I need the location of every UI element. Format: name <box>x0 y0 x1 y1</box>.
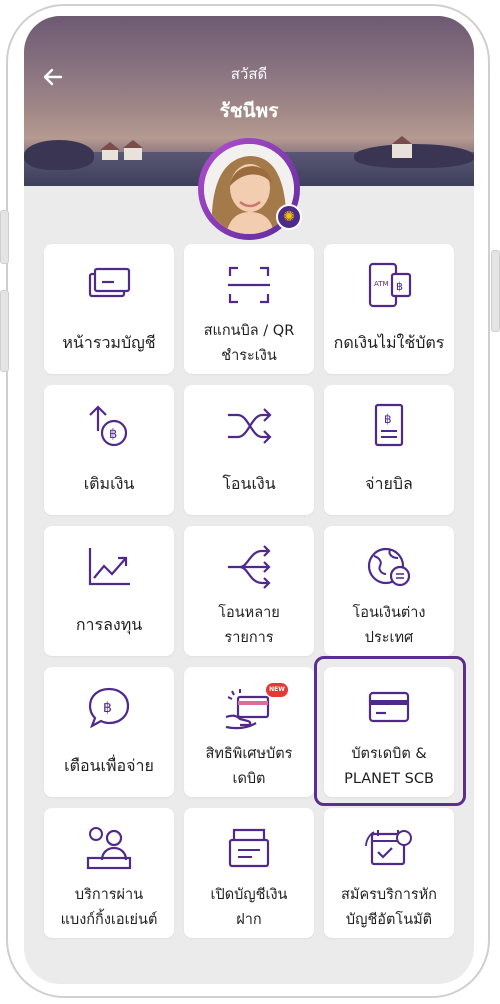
menu-scan-qr[interactable]: สแกนบิล / QR ชำระเงิน <box>184 244 314 374</box>
house-shape <box>102 150 118 160</box>
menu-label: เติมเงิน <box>83 473 135 493</box>
menu-banking-agent[interactable]: บริการผ่าน แบงก์กิ้งเอเย่นต์ <box>44 808 174 938</box>
menu-label: สิทธิพิเศษบัตร เดบิต <box>205 746 293 787</box>
menu-debit-card-planet[interactable]: บัตรเดบิต & PLANET SCB <box>324 667 454 797</box>
menu-label: กดเงินไม่ใช้บัตร <box>333 332 445 352</box>
menu-label: เปิดบัญชีเงิน ฝาก <box>210 887 288 928</box>
menu-transfer[interactable]: โอนเงิน <box>184 385 314 515</box>
greeting-text: สวัสดี <box>230 65 268 83</box>
menu-label: สมัครบริการหัก บัญชีอัตโนมัติ <box>341 887 437 928</box>
svg-text:฿: ฿ <box>103 700 112 716</box>
pay-bill-icon: ฿ <box>374 403 404 447</box>
debit-card-icon <box>368 691 410 723</box>
svg-text:฿: ฿ <box>384 412 392 426</box>
menu-label: หน้ารวมบัญชี <box>62 332 156 352</box>
menu-debit-privilege[interactable]: NEW สิทธิพิเศษบัตร เดบิต <box>184 667 314 797</box>
menu-investment[interactable]: การลงทุน <box>44 526 174 656</box>
scan-qr-icon <box>228 266 270 304</box>
phone-side-button <box>0 290 9 372</box>
menu-label: สแกนบิล / QR ชำระเงิน <box>203 323 295 364</box>
menu-label: บัตรเดบิต & PLANET SCB <box>344 746 434 787</box>
svg-text:ATM: ATM <box>374 280 389 288</box>
menu-pay-bill[interactable]: ฿ จ่ายบิล <box>324 385 454 515</box>
tree-shape <box>24 140 94 170</box>
house-shape <box>124 148 142 160</box>
top-up-icon: ฿ <box>89 405 128 447</box>
menu-label: โอนเงิน <box>222 473 276 493</box>
atm-cardless-icon: ATM ฿ <box>368 262 412 308</box>
account-card-icon <box>88 267 131 298</box>
menu-label: จ่ายบิล <box>365 473 413 493</box>
partner-badge-icon: ✺ <box>276 204 302 230</box>
user-name: รัชนีพร <box>219 100 279 122</box>
menu-label: เตือนเพื่อจ่าย <box>64 755 154 775</box>
menu-open-deposit[interactable]: เปิดบัญชีเงิน ฝาก <box>184 808 314 938</box>
app-screen: สวัสดี รัชนีพร ✺ หน้ารวมบัญชี สแกนบิล / … <box>24 16 474 984</box>
menu-account-summary[interactable]: หน้ารวมบัญชี <box>44 244 174 374</box>
menu-international-transfer[interactable]: โอนเงินต่าง ประเทศ <box>324 526 454 656</box>
transfer-icon <box>228 408 272 444</box>
menu-auto-debit[interactable]: สมัครบริการหัก บัญชีอัตโนมัติ <box>324 808 454 938</box>
svg-text:฿: ฿ <box>109 427 117 442</box>
house-roof <box>123 140 143 148</box>
investment-chart-icon <box>88 548 130 586</box>
house-shape <box>392 144 412 158</box>
tree-shape <box>354 144 474 168</box>
svg-text:฿: ฿ <box>396 280 403 293</box>
menu-label: การลงทุน <box>75 614 143 634</box>
menu-top-up[interactable]: ฿ เติมเงิน <box>44 385 174 515</box>
auto-debit-icon <box>365 830 412 866</box>
payment-alert-icon: ฿ <box>88 687 130 729</box>
menu-label: โอนเงินต่าง ประเทศ <box>352 605 426 646</box>
open-deposit-icon <box>228 828 270 868</box>
new-badge: NEW <box>266 683 288 697</box>
menu-label: บริการผ่าน แบงก์กิ้งเอเย่นต์ <box>60 887 158 928</box>
phone-side-button <box>491 250 500 332</box>
multi-transfer-icon <box>228 545 271 589</box>
menu-cardless-atm[interactable]: ATM ฿ กดเงินไม่ใช้บัตร <box>324 244 454 374</box>
menu-payment-reminder[interactable]: ฿ เตือนเพื่อจ่าย <box>44 667 174 797</box>
global-transfer-icon <box>367 547 411 587</box>
house-roof <box>392 136 412 144</box>
house-roof <box>100 142 120 150</box>
menu-multi-transfer[interactable]: โอนหลาย รายการ <box>184 526 314 656</box>
banking-agent-icon <box>86 827 132 870</box>
phone-side-button <box>0 210 9 264</box>
menu-label: โอนหลาย รายการ <box>218 605 280 646</box>
